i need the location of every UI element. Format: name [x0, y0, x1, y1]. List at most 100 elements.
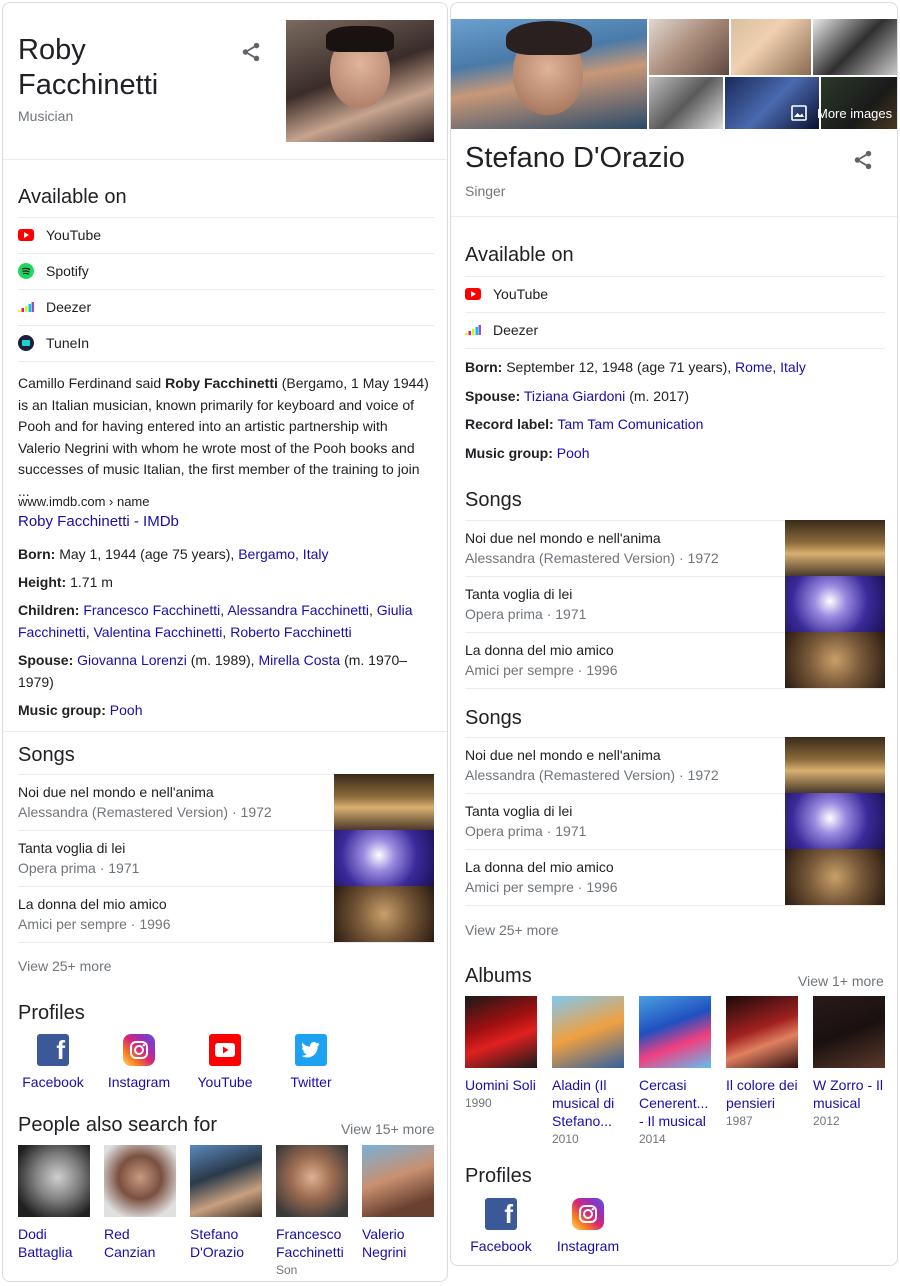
person-photo — [104, 1145, 176, 1217]
people-view-more[interactable]: View 15+ more — [341, 1121, 435, 1137]
song-item[interactable]: Noi due nel mondo e nell'anima Alessandr… — [465, 737, 885, 793]
gallery-photo[interactable] — [821, 77, 897, 129]
album-cover — [813, 996, 885, 1068]
fact-music-group: Music group: Pooh — [465, 445, 590, 461]
available-label: TuneIn — [46, 335, 90, 351]
person-card[interactable]: Francesco Facchinetti Son — [276, 1145, 348, 1279]
album-card[interactable]: W Zorro - Il musical 2012 — [813, 996, 887, 1130]
person-card[interactable]: Valerio Negrini — [362, 1145, 434, 1261]
born-place-link[interactable]: Bergamo, Italy — [238, 546, 328, 562]
songs-view-more[interactable]: View 25+ more — [465, 922, 559, 938]
child-link[interactable]: Roberto Facchinetti — [230, 624, 351, 640]
child-link[interactable]: Valentina Facchinetti — [93, 624, 222, 640]
group-link[interactable]: Pooh — [557, 445, 590, 461]
fact-born: Born: May 1, 1944 (age 75 years), Bergam… — [18, 546, 329, 562]
songs-title: Songs — [465, 489, 522, 511]
born-place-link[interactable]: Rome, Italy — [735, 359, 806, 375]
facebook-icon: f — [37, 1034, 69, 1066]
child-link[interactable]: Alessandra Facchinetti — [227, 602, 369, 618]
available-deezer[interactable]: Deezer — [465, 312, 538, 348]
facebook-icon: f — [485, 1198, 517, 1230]
record-label-link[interactable]: Tam Tam Comunication — [557, 416, 703, 432]
song-item[interactable]: La donna del mio amico Amici per sempre … — [465, 632, 885, 688]
fact-record-label: Record label: Tam Tam Comunication — [465, 416, 704, 432]
entity-title: Roby Facchinetti — [18, 34, 159, 101]
available-youtube[interactable]: YouTube — [18, 217, 101, 253]
spouse-link[interactable]: Mirella Costa — [258, 652, 340, 668]
share-icon[interactable] — [240, 41, 262, 63]
song-item[interactable]: Tanta voglia di lei Opera prima · 1971 — [465, 576, 885, 632]
person-photo — [276, 1145, 348, 1217]
gallery-photo[interactable] — [649, 77, 723, 129]
album-card[interactable]: Aladin (Il musical di Stefano... 2010 — [552, 996, 626, 1148]
available-label: YouTube — [46, 227, 102, 243]
image-icon — [791, 105, 807, 121]
albums-title: Albums — [465, 965, 532, 987]
youtube-icon — [465, 286, 481, 302]
share-icon[interactable] — [852, 149, 874, 171]
song-thumbnail — [334, 886, 434, 942]
song-item[interactable]: Noi due nel mondo e nell'anima Alessandr… — [465, 520, 885, 576]
song-thumbnail — [785, 520, 885, 576]
profile-twitter[interactable]: Twitter — [271, 1034, 351, 1090]
deezer-icon — [18, 299, 34, 315]
entity-photo[interactable] — [286, 20, 434, 142]
gallery-photo[interactable] — [813, 19, 897, 75]
fact-music-group: Music group: Pooh — [18, 702, 143, 718]
right-knowledge-panel: More images Stefano D'Orazio Singer Avai… — [450, 2, 898, 1266]
entity-title: Stefano D'Orazio — [465, 142, 685, 174]
song-thumbnail — [785, 576, 885, 632]
song-item[interactable]: Tanta voglia di lei Opera prima · 1971 — [18, 830, 434, 886]
gallery-photo[interactable] — [649, 19, 729, 75]
available-deezer[interactable]: Deezer — [18, 289, 91, 325]
tunein-icon — [18, 335, 34, 351]
available-tunein[interactable]: TuneIn — [18, 325, 89, 361]
gallery-photo[interactable] — [725, 77, 819, 129]
youtube-icon — [209, 1034, 241, 1066]
description-text: Camillo Ferdinand said Roby Facchinetti … — [18, 375, 429, 499]
album-cover — [465, 996, 537, 1068]
fact-spouse: Spouse: Tiziana Giardoni (m. 2017) — [465, 388, 690, 404]
song-item[interactable]: Tanta voglia di lei Opera prima · 1971 — [465, 793, 885, 849]
album-card[interactable]: Uomini Soli 1990 — [465, 996, 539, 1112]
group-link[interactable]: Pooh — [110, 702, 143, 718]
album-card[interactable]: Cercasi Cenerent... - Il musical 2014 — [639, 996, 713, 1148]
profile-facebook[interactable]: f Facebook — [13, 1034, 93, 1090]
available-youtube[interactable]: YouTube — [465, 276, 548, 312]
left-knowledge-panel: Roby Facchinetti Musician Available on Y… — [2, 2, 448, 1282]
fact-spouse: Spouse: Giovanna Lorenzi (m. 1989), Mire… — [18, 652, 408, 690]
profile-instagram[interactable]: Instagram — [99, 1034, 179, 1090]
deezer-icon — [465, 322, 481, 338]
song-thumbnail — [334, 774, 434, 830]
profile-instagram[interactable]: Instagram — [548, 1198, 628, 1254]
person-card[interactable]: Red Canzian — [104, 1145, 176, 1261]
song-thumbnail — [334, 830, 434, 886]
albums-view-more[interactable]: View 1+ more — [798, 973, 884, 989]
fact-height: Height: 1.71 m — [18, 574, 113, 590]
profile-youtube[interactable]: YouTube — [185, 1034, 265, 1090]
song-item[interactable]: La donna del mio amico Amici per sempre … — [465, 849, 885, 905]
person-card[interactable]: Dodi Battaglia — [18, 1145, 90, 1261]
songs-title-secondary: Songs — [465, 707, 522, 729]
available-on-title: Available on — [465, 244, 574, 266]
more-images-button[interactable]: More images — [791, 105, 892, 121]
spouse-link[interactable]: Tiziana Giardoni — [524, 388, 625, 404]
source-link[interactable]: Roby Facchinetti - IMDb — [18, 513, 179, 530]
profile-facebook[interactable]: f Facebook — [461, 1198, 541, 1254]
main-photo[interactable] — [451, 19, 647, 129]
youtube-icon — [18, 227, 34, 243]
spotify-icon — [18, 263, 34, 279]
song-item[interactable]: Noi due nel mondo e nell'anima Alessandr… — [18, 774, 434, 830]
child-link[interactable]: Francesco Facchinetti — [83, 602, 220, 618]
song-item[interactable]: La donna del mio amico Amici per sempre … — [18, 886, 434, 942]
spouse-link[interactable]: Giovanna Lorenzi — [77, 652, 187, 668]
available-label: Spotify — [46, 263, 89, 279]
person-photo — [190, 1145, 262, 1217]
album-cover — [726, 996, 798, 1068]
album-card[interactable]: Il colore dei pensieri 1987 — [726, 996, 800, 1130]
gallery-photo[interactable] — [731, 19, 811, 75]
person-card[interactable]: Stefano D'Orazio — [190, 1145, 262, 1261]
songs-view-more[interactable]: View 25+ more — [18, 958, 112, 974]
entity-subtitle: Singer — [465, 183, 506, 199]
available-spotify[interactable]: Spotify — [18, 253, 89, 289]
